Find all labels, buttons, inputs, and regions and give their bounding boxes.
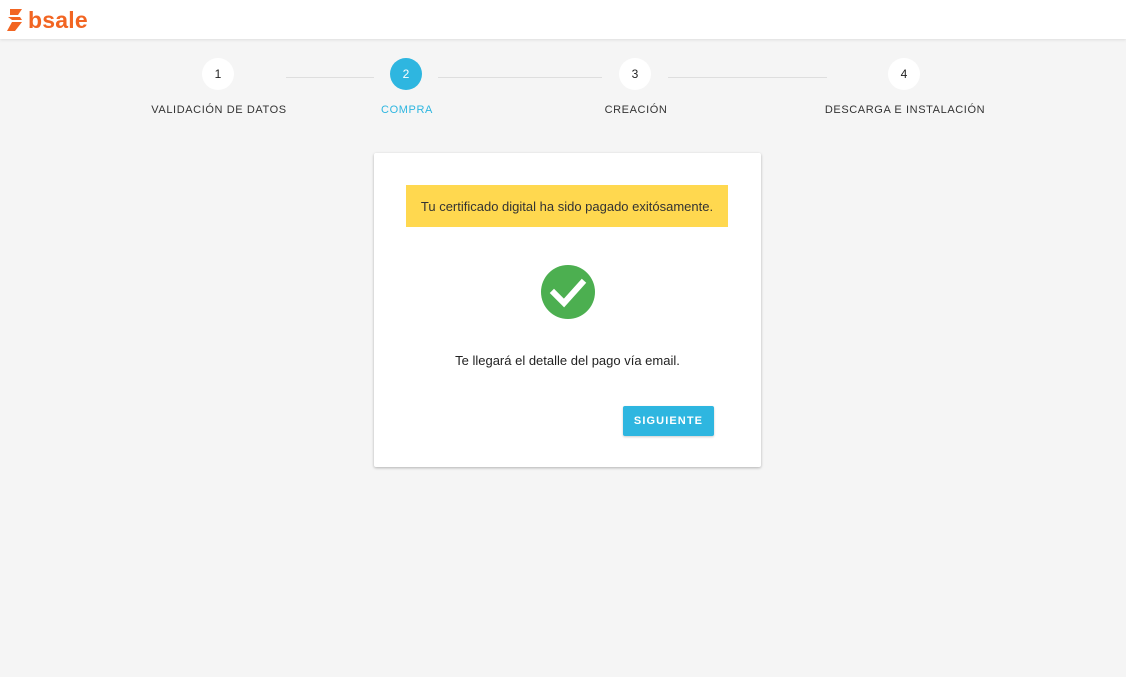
alert-text: Tu certificado digital ha sido pagado ex… [420,198,714,214]
check-circle-icon [541,265,595,319]
step-3-number: 3 [631,67,639,81]
step-connector [286,77,374,78]
bsale-logo-icon [7,9,22,31]
step-1-number: 1 [214,67,222,81]
payment-success-card: Tu certificado digital ha sido pagado ex… [374,153,761,467]
step-2-circle[interactable]: 2 [390,58,422,90]
logo-text: bsale [28,7,88,33]
step-1-label: VALIDACIÓN DE DATOS [151,104,287,116]
step-2-number: 2 [402,67,410,81]
step-1-circle[interactable]: 1 [202,58,234,90]
top-bar: bsale [0,0,1126,39]
step-4-label: DESCARGA E INSTALACIÓN [824,104,986,116]
bsale-logo[interactable]: bsale [6,6,88,34]
step-connector [438,77,602,78]
step-3-circle[interactable]: 3 [619,58,651,90]
step-3-label: CREACIÓN [604,104,668,116]
step-2-label: COMPRA [381,104,433,116]
step-4-circle[interactable]: 4 [888,58,920,90]
step-connector [668,77,827,78]
next-button[interactable]: SIGUIENTE [623,406,714,436]
email-detail-message: Te llegará el detalle del pago vía email… [455,353,680,368]
payment-success-alert: Tu certificado digital ha sido pagado ex… [406,185,728,227]
step-4-number: 4 [900,67,908,81]
